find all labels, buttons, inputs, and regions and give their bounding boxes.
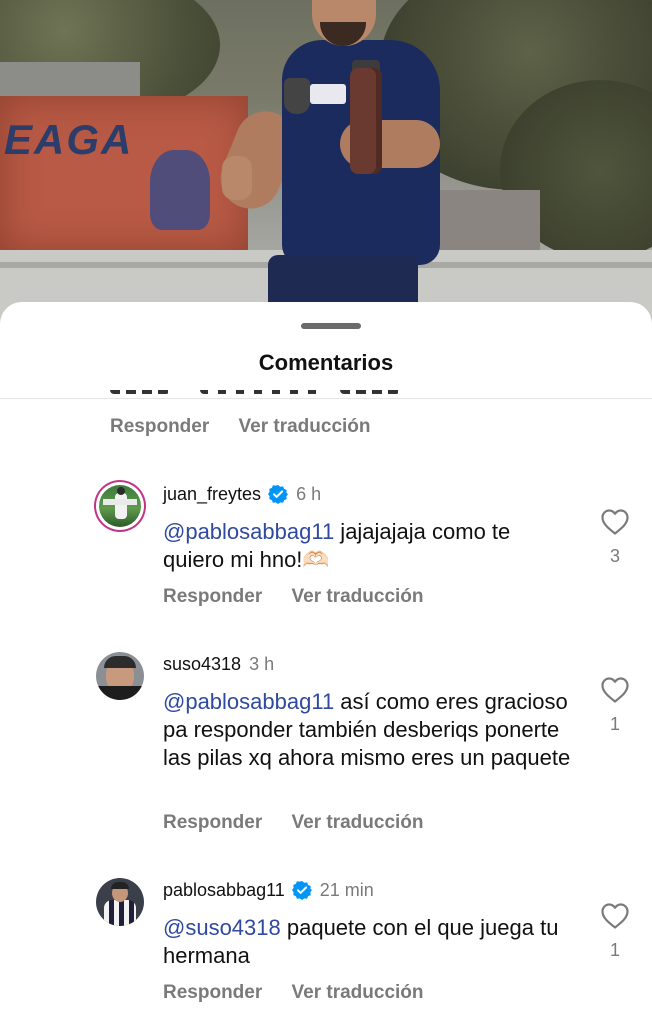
wall-lettering: EAGA [4, 116, 134, 163]
comment-text: @pablosabbag11 jajajajaja como te quiero… [163, 518, 573, 574]
see-translation-button[interactable]: Ver traducción [292, 586, 424, 607]
see-translation-button[interactable]: Ver traducción [292, 982, 424, 1003]
mention-link[interactable]: @suso4318 [163, 915, 281, 940]
mate-cup [284, 78, 310, 114]
comment-meta: pablosabbag11 21 min [163, 880, 374, 901]
username[interactable]: pablosabbag11 [163, 880, 285, 900]
reply-button[interactable]: Responder [163, 586, 262, 607]
wall-mural [150, 150, 210, 230]
username[interactable]: juan_freytes [163, 484, 261, 504]
shirt-logo [310, 84, 346, 104]
comment-time: 3 h [249, 654, 275, 674]
comments-sheet: Comentarios Responder Ver traducción jua… [0, 302, 652, 1024]
like-count: 3 [609, 546, 620, 566]
comment-time: 21 min [319, 880, 374, 900]
like-count: 1 [609, 714, 620, 734]
mention-link[interactable]: @pablosabbag11 [163, 519, 334, 544]
mention-link[interactable]: @pablosabbag11 [163, 689, 334, 714]
thermos [350, 68, 382, 174]
clipped-comment-text [110, 390, 410, 398]
comment-actions: Responder Ver traducción [110, 416, 395, 438]
like-count: 1 [609, 940, 620, 960]
comment-actions: Responder Ver traducción [163, 812, 448, 834]
avatar[interactable] [96, 878, 144, 926]
reply-button[interactable]: Responder [163, 812, 262, 833]
drag-handle[interactable] [301, 323, 361, 329]
username[interactable]: suso4318 [163, 654, 241, 674]
heart-icon[interactable] [600, 676, 630, 704]
verified-badge-icon [291, 881, 312, 900]
comment-meta: juan_freytes 6 h [163, 484, 321, 505]
avatar[interactable] [96, 482, 144, 530]
avatar[interactable] [96, 652, 144, 700]
divider [0, 398, 652, 399]
reply-button[interactable]: Responder [163, 982, 262, 1003]
comment-time: 6 h [296, 484, 322, 504]
comment-actions: Responder Ver traducción [163, 586, 448, 608]
heart-icon[interactable] [600, 508, 630, 536]
comment-text: @suso4318 paquete con el que juega tu he… [163, 914, 573, 970]
comment-text: @pablosabbag11 así como eres gracioso pa… [163, 688, 573, 772]
comment-actions: Responder Ver traducción [163, 982, 448, 1004]
comment-meta: suso4318 3 h [163, 654, 274, 675]
verified-badge-icon [268, 485, 289, 504]
sheet-title: Comentarios [258, 350, 394, 375]
see-translation-button[interactable]: Ver traducción [292, 812, 424, 833]
heart-icon[interactable] [600, 902, 630, 930]
reply-button[interactable]: Responder [110, 416, 209, 437]
player-thumbs-up [222, 156, 252, 200]
post-photo: EAGA [0, 0, 652, 330]
see-translation-button[interactable]: Ver traducción [239, 416, 371, 437]
